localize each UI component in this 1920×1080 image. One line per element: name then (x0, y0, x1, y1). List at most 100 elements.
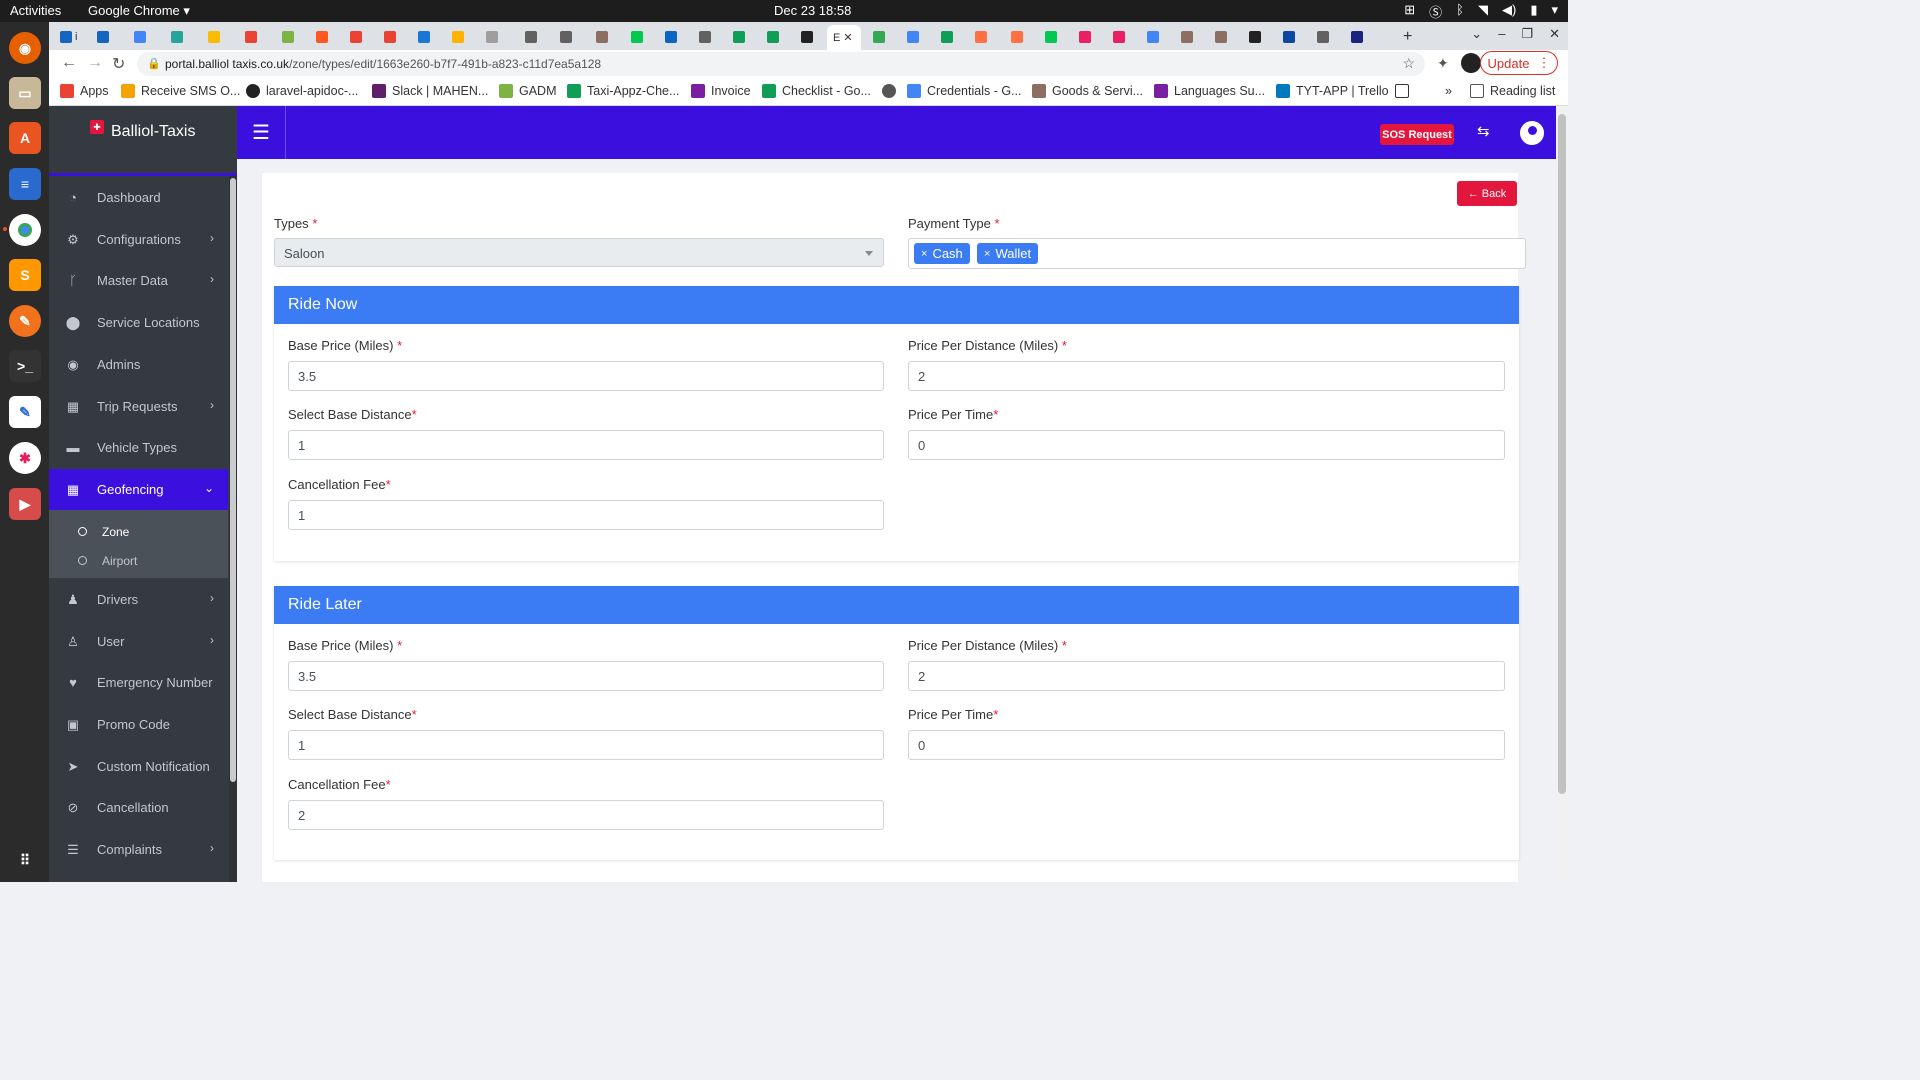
brand[interactable]: ✚ Balliol-Taxis (49, 106, 237, 176)
bookmark-item[interactable]: Slack | MAHEN... (372, 84, 488, 98)
types-select[interactable]: Saloon (274, 238, 884, 267)
tab[interactable] (590, 26, 624, 48)
tab[interactable] (1141, 26, 1175, 48)
software-center-icon[interactable]: A (9, 122, 41, 154)
bookmark-item[interactable] (882, 84, 896, 98)
back-button[interactable]: ← Back (1457, 181, 1517, 206)
slack-icon[interactable]: ✱ (9, 442, 41, 474)
more-bookmarks[interactable]: » (1445, 84, 1452, 98)
tab[interactable] (91, 26, 125, 48)
tab[interactable] (165, 26, 199, 48)
tab[interactable] (867, 26, 901, 48)
sidebar-item-dashboard[interactable]: ◔ Dashboard (49, 177, 228, 218)
tab[interactable] (554, 26, 588, 48)
ride-now-base-price-input[interactable]: 3.5 (288, 361, 884, 391)
tab[interactable] (310, 26, 344, 48)
reload-icon[interactable]: ↻ (112, 54, 125, 74)
bookmark-apps[interactable]: Apps (60, 84, 109, 98)
maximize-icon[interactable]: ❐ (1521, 26, 1533, 42)
tab[interactable] (1005, 26, 1039, 48)
tab[interactable] (276, 26, 310, 48)
sidebar-item-promo-code[interactable]: ▣ Promo Code (49, 704, 228, 745)
sidebar-subitem-zone[interactable]: Zone (49, 518, 228, 547)
bookmark-item[interactable]: Credentials - G... (907, 84, 1021, 98)
payment-chip-cash[interactable]: × Cash (914, 243, 970, 264)
sidebar-item-cancellation[interactable]: ⊘ Cancellation (49, 787, 228, 828)
close-tab-icon[interactable]: ✕ (843, 31, 852, 44)
app-menu[interactable]: Google Chrome ▾ (88, 3, 190, 19)
tab[interactable] (412, 26, 446, 48)
tab[interactable] (519, 26, 553, 48)
terminal-icon[interactable]: >_ (9, 350, 41, 382)
bookmark-star-icon[interactable]: ☆ (1402, 55, 1415, 72)
bookmark-item[interactable]: Receive SMS O... (121, 84, 240, 98)
sidebar-item-vehicle-types[interactable]: ▬ Vehicle Types (49, 427, 228, 468)
activities-button[interactable]: Activities (10, 3, 61, 18)
tab-search-icon[interactable]: ⌄ (1471, 26, 1482, 42)
postman-icon[interactable]: ✎ (9, 305, 41, 337)
forward-arrow-icon[interactable]: → (87, 54, 103, 72)
tab[interactable] (935, 26, 969, 48)
tab[interactable] (727, 26, 761, 48)
payment-chip-wallet[interactable]: × Wallet (977, 243, 1039, 264)
tab[interactable] (1209, 26, 1243, 48)
chrome-icon[interactable] (9, 214, 41, 246)
profile-avatar[interactable] (1461, 53, 1481, 73)
firefox-icon[interactable]: ◉ (9, 32, 41, 64)
tab[interactable] (1175, 26, 1209, 48)
system-tray[interactable]: ⊞ Ⓢ ᛒ ◥ ◀) ▮ ▾ (1404, 2, 1558, 21)
bookmark-item[interactable]: TYT-APP | Trello (1276, 84, 1389, 98)
tab[interactable] (1277, 26, 1311, 48)
remove-chip-icon[interactable]: × (984, 248, 990, 260)
bookmark-item[interactable] (1395, 84, 1409, 98)
tab[interactable] (1107, 26, 1141, 48)
reading-list[interactable]: Reading list (1470, 84, 1555, 98)
tab[interactable] (128, 26, 162, 48)
hamburger-menu-icon[interactable]: ☰ (237, 106, 286, 159)
tab[interactable] (761, 26, 795, 48)
tab[interactable] (202, 26, 236, 48)
remove-chip-icon[interactable]: × (921, 248, 927, 260)
bookmark-item[interactable]: Checklist - Go... (762, 84, 871, 98)
sidebar-item-master-data[interactable]: ᚴ Master Data › (49, 260, 228, 301)
page-scrollbar-track[interactable] (1556, 106, 1568, 882)
address-bar[interactable]: 🔒 portal.balliol taxis.co.uk/zone/types/… (137, 52, 1425, 76)
bookmark-item[interactable]: Goods & Servi... (1032, 84, 1143, 98)
tab[interactable] (1039, 26, 1073, 48)
bookmark-item[interactable]: laravel-apidoc-... (246, 84, 358, 98)
sidebar-item-geofencing[interactable]: ▦ Geofencing ⌄ (49, 468, 228, 510)
tab[interactable] (1243, 26, 1277, 48)
extensions-icon[interactable]: ✦ (1437, 55, 1449, 72)
show-apps-icon[interactable]: ⠿ (9, 844, 41, 876)
back-arrow-icon[interactable]: ← (61, 54, 77, 72)
tab[interactable] (480, 26, 514, 48)
sidebar-item-emergency-number[interactable]: ♥ Emergency Number (49, 662, 228, 703)
clock[interactable]: Dec 23 18:58 (774, 3, 851, 18)
close-window-icon[interactable]: ✕ (1549, 26, 1560, 42)
sidebar-item-admins[interactable]: ◉ Admins (49, 344, 228, 385)
tab[interactable] (1073, 26, 1107, 48)
sidebar-scrollbar-thumb[interactable] (230, 178, 236, 782)
sidebar-item-configurations[interactable]: ⚙ Configurations › (49, 219, 228, 260)
tab[interactable] (1311, 26, 1345, 48)
sidebar-item-custom-notification[interactable]: ➤ Custom Notification (49, 746, 228, 787)
ride-now-price-per-distance-input[interactable]: 2 (908, 361, 1505, 391)
tab[interactable] (446, 26, 480, 48)
sidebar-item-user[interactable]: ♙ User › (49, 621, 228, 662)
tab[interactable] (625, 26, 659, 48)
sidebar-item-complaints[interactable]: ☰ Complaints › (49, 829, 228, 870)
ride-later-base-price-input[interactable]: 3.5 (288, 661, 884, 691)
tab-active[interactable]: E ✕ (827, 25, 861, 50)
bookmark-item[interactable]: Languages Su... (1154, 84, 1265, 98)
tab[interactable] (969, 26, 1003, 48)
sublime-icon[interactable]: S (9, 259, 41, 291)
payment-type-multiselect[interactable]: × Cash × Wallet (908, 238, 1526, 269)
bookmark-item[interactable]: Invoice (691, 84, 751, 98)
files-icon[interactable]: ▭ (9, 77, 41, 109)
tab[interactable] (344, 26, 378, 48)
ride-later-price-per-time-input[interactable]: 0 (908, 730, 1505, 760)
page-scrollbar-thumb[interactable] (1558, 114, 1566, 794)
tab[interactable] (1345, 26, 1379, 48)
tab[interactable] (693, 26, 727, 48)
screen-recorder-icon[interactable]: ▶ (9, 488, 41, 520)
